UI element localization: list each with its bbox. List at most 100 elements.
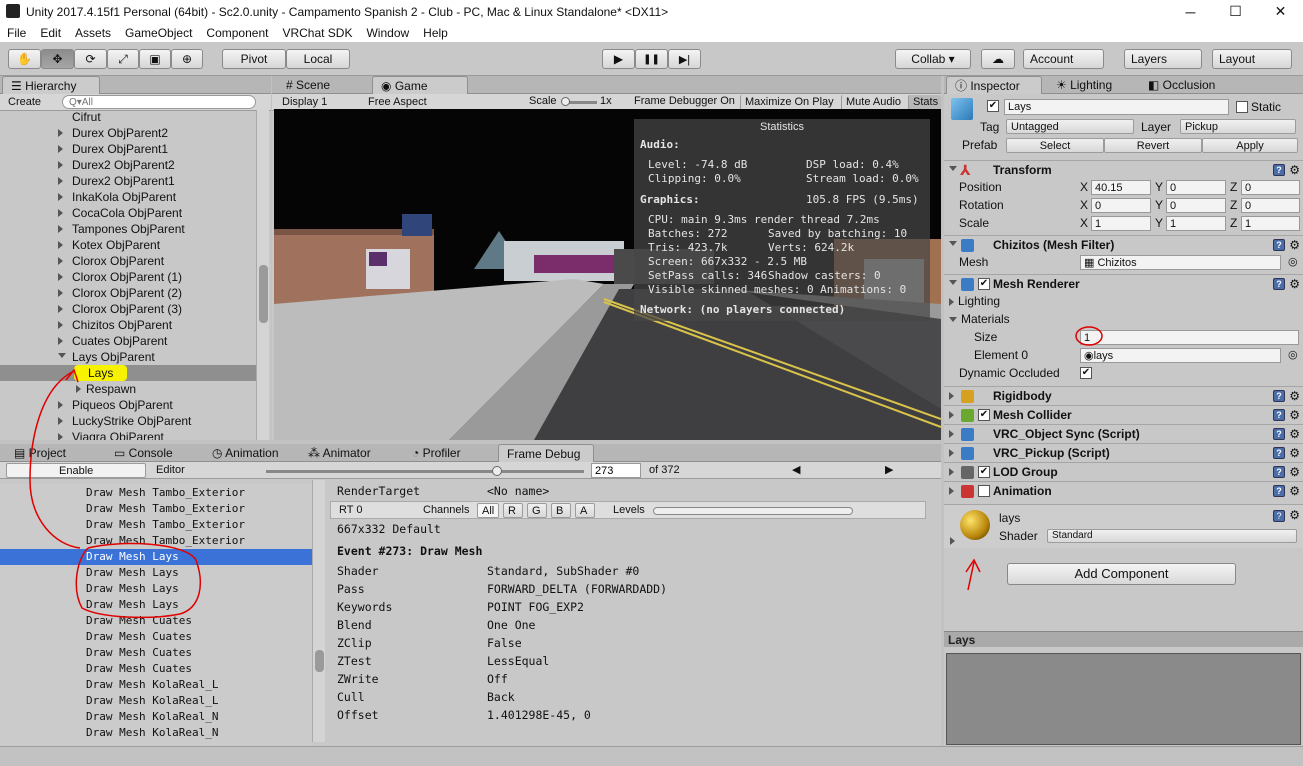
hierarchy-item[interactable]: Chizitos ObjParent bbox=[0, 317, 256, 333]
frame-event-row[interactable]: Draw Mesh KolaReal_N bbox=[0, 709, 312, 725]
local-toggle[interactable]: Local bbox=[286, 49, 350, 69]
help-icon[interactable]: ? bbox=[1273, 278, 1285, 290]
gear-icon[interactable]: ⚙ bbox=[1289, 387, 1300, 406]
expand-arrow-icon[interactable] bbox=[58, 161, 63, 169]
animation-header[interactable]: Animation? ⚙ bbox=[944, 481, 1303, 500]
gear-icon[interactable]: ⚙ bbox=[1289, 425, 1300, 444]
lod-group-checkbox[interactable]: ✔ bbox=[978, 466, 990, 478]
tab-lighting[interactable]: ☀ Lighting bbox=[1048, 76, 1120, 94]
tab-animation[interactable]: ◷ Animation bbox=[204, 444, 287, 462]
tab-game[interactable]: ◉ Game bbox=[372, 76, 468, 94]
layers-dropdown[interactable]: Layers bbox=[1124, 49, 1202, 69]
event-number-input[interactable] bbox=[591, 463, 641, 478]
expand-arrow-icon[interactable] bbox=[58, 241, 63, 249]
transform-x-input[interactable]: 0 bbox=[1091, 198, 1151, 213]
expand-arrow-icon[interactable] bbox=[58, 337, 63, 345]
tab-frame-debug[interactable]: Frame Debug bbox=[498, 444, 594, 462]
frame-event-scrollbar[interactable] bbox=[312, 480, 325, 742]
mesh-collider-checkbox[interactable]: ✔ bbox=[978, 409, 990, 421]
transform-z-input[interactable]: 1 bbox=[1241, 216, 1300, 231]
object-name-input[interactable]: Lays bbox=[1004, 99, 1229, 115]
rotate-tool-icon[interactable]: ⟳ bbox=[74, 49, 107, 69]
help-icon[interactable]: ? bbox=[1273, 485, 1285, 497]
tab-profiler[interactable]: ◔ Profiler bbox=[404, 444, 469, 462]
tab-animator[interactable]: ⁂ Animator bbox=[300, 444, 379, 462]
hierarchy-item[interactable]: Lays ObjParent bbox=[0, 349, 256, 365]
scale-slider-knob[interactable] bbox=[561, 97, 570, 106]
materials-size-input[interactable]: 1 bbox=[1080, 330, 1299, 345]
tag-dropdown[interactable]: Untagged bbox=[1006, 119, 1134, 134]
help-icon[interactable]: ? bbox=[1273, 390, 1285, 402]
frame-event-row[interactable]: Draw Mesh Cuates bbox=[0, 613, 312, 629]
display-dropdown[interactable]: Display 1 bbox=[278, 95, 358, 110]
lod-group-header[interactable]: ✔ LOD Group? ⚙ bbox=[944, 462, 1303, 481]
mesh-field[interactable]: ▦ Chizitos bbox=[1080, 255, 1281, 270]
hierarchy-item[interactable]: Viagra ObjParent bbox=[0, 429, 256, 440]
menu-edit[interactable]: Edit bbox=[33, 26, 68, 40]
frame-event-row[interactable]: Draw Mesh Lays bbox=[0, 549, 312, 565]
rigidbody-header[interactable]: Rigidbody? ⚙ bbox=[944, 386, 1303, 405]
add-component-button[interactable]: Add Component bbox=[1007, 563, 1236, 585]
hierarchy-item[interactable]: Clorox ObjParent (2) bbox=[0, 285, 256, 301]
gear-icon[interactable]: ⚙ bbox=[1289, 236, 1300, 255]
hierarchy-item[interactable]: Lays bbox=[0, 365, 256, 381]
expand-arrow-icon[interactable] bbox=[58, 289, 63, 297]
tab-scene[interactable]: # Scene bbox=[278, 76, 368, 94]
channel-b[interactable]: B bbox=[551, 503, 571, 518]
mesh-renderer-header[interactable]: ✔ Mesh Renderer ? ⚙ bbox=[944, 274, 1303, 293]
gear-icon[interactable]: ⚙ bbox=[1289, 463, 1300, 482]
help-icon[interactable]: ? bbox=[1273, 510, 1285, 522]
hierarchy-item[interactable]: InkaKola ObjParent bbox=[0, 189, 256, 205]
menu-assets[interactable]: Assets bbox=[68, 26, 118, 40]
hierarchy-item[interactable]: LuckyStrike ObjParent bbox=[0, 413, 256, 429]
gear-icon[interactable]: ⚙ bbox=[1289, 275, 1300, 294]
transform-y-input[interactable]: 0 bbox=[1166, 180, 1226, 195]
material-expand-icon[interactable] bbox=[950, 533, 959, 547]
menu-file[interactable]: File bbox=[0, 26, 33, 40]
help-icon[interactable]: ? bbox=[1273, 239, 1285, 251]
hierarchy-item[interactable]: Clorox ObjParent bbox=[0, 253, 256, 269]
maximize-on-play-toggle[interactable]: Maximize On Play bbox=[740, 95, 839, 110]
transform-z-input[interactable]: 0 bbox=[1241, 198, 1300, 213]
channel-all[interactable]: All bbox=[477, 503, 499, 518]
create-dropdown[interactable]: Create bbox=[4, 95, 56, 110]
event-slider-knob[interactable] bbox=[492, 466, 502, 476]
frame-event-row[interactable]: Draw Mesh KolaReal_N bbox=[0, 725, 312, 741]
frame-event-row[interactable]: Draw Mesh Lays bbox=[0, 597, 312, 613]
help-icon[interactable]: ? bbox=[1273, 409, 1285, 421]
hierarchy-scroll-thumb[interactable] bbox=[259, 265, 268, 323]
tab-console[interactable]: ▭ Console bbox=[106, 444, 181, 462]
prev-event-button[interactable]: ◀ bbox=[792, 463, 812, 476]
hierarchy-search-input[interactable] bbox=[62, 95, 256, 109]
help-icon[interactable]: ? bbox=[1273, 428, 1285, 440]
collab-button[interactable]: Collab ▾ bbox=[895, 49, 971, 69]
transform-x-input[interactable]: 40.15 bbox=[1091, 180, 1151, 195]
help-icon[interactable]: ? bbox=[1273, 164, 1285, 176]
expand-arrow-icon[interactable] bbox=[58, 193, 63, 201]
tab-occlusion[interactable]: ◧ Occlusion bbox=[1140, 76, 1223, 94]
layer-dropdown[interactable]: Pickup bbox=[1180, 119, 1296, 134]
expand-arrow-icon[interactable] bbox=[58, 321, 63, 329]
hierarchy-item[interactable]: Durex2 ObjParent2 bbox=[0, 157, 256, 173]
preview-header[interactable]: Lays bbox=[944, 631, 1303, 647]
expand-arrow-icon[interactable] bbox=[58, 353, 66, 358]
prefab-apply-button[interactable]: Apply bbox=[1202, 138, 1298, 153]
mesh-renderer-checkbox[interactable]: ✔ bbox=[978, 278, 990, 290]
hierarchy-item[interactable]: Piqueos ObjParent bbox=[0, 397, 256, 413]
animation-checkbox[interactable] bbox=[978, 485, 990, 497]
hierarchy-item[interactable]: Cuates ObjParent bbox=[0, 333, 256, 349]
channel-r[interactable]: R bbox=[503, 503, 523, 518]
hierarchy-item[interactable]: Durex ObjParent2 bbox=[0, 125, 256, 141]
hierarchy-item[interactable]: Kotex ObjParent bbox=[0, 237, 256, 253]
gear-icon[interactable]: ⚙ bbox=[1289, 444, 1300, 463]
frame-event-row[interactable]: Draw Mesh KolaReal_L bbox=[0, 693, 312, 709]
object-picker-icon[interactable]: ◎ bbox=[1288, 348, 1298, 361]
hierarchy-item[interactable]: Tampones ObjParent bbox=[0, 221, 256, 237]
frame-event-row[interactable]: Draw Mesh Cuates bbox=[0, 629, 312, 645]
hierarchy-item[interactable]: Durex ObjParent1 bbox=[0, 141, 256, 157]
channel-g[interactable]: G bbox=[527, 503, 547, 518]
stats-toggle[interactable]: Stats bbox=[908, 95, 941, 110]
transform-component-header[interactable]: ⅄ Transform ? ⚙ bbox=[944, 160, 1303, 179]
pause-button[interactable]: ❚❚ bbox=[635, 49, 668, 69]
hierarchy-item[interactable]: Durex2 ObjParent1 bbox=[0, 173, 256, 189]
